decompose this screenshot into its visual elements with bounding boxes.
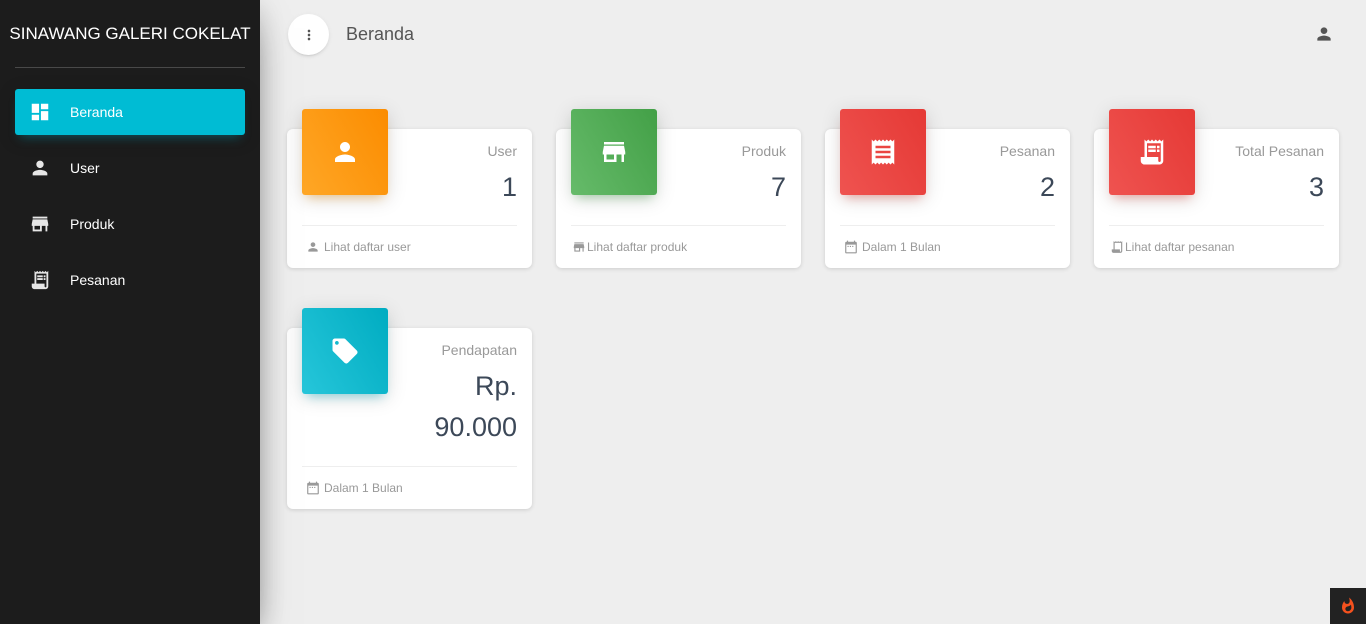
topbar: Beranda: [260, 0, 1366, 68]
tag-icon: [332, 338, 358, 364]
debug-toolbar-button[interactable]: [1330, 588, 1366, 624]
card-category: Pendapatan: [441, 342, 517, 358]
store-icon: [602, 142, 626, 162]
card-footer: Lihat daftar user: [302, 225, 517, 268]
person-icon: [335, 142, 355, 162]
calendar-icon: [845, 240, 857, 254]
stat-card-produk: Produk 7 Lihat daftar produk: [556, 109, 801, 268]
person-icon: [308, 242, 318, 252]
menu-toggle-button[interactable]: [288, 14, 329, 55]
calendar-icon: [307, 481, 319, 495]
receipt-icon: [1111, 241, 1123, 253]
receipt-icon: [29, 269, 51, 291]
card-footer-link[interactable]: Lihat daftar produk: [587, 240, 687, 254]
flame-icon: [1342, 597, 1354, 614]
stat-card-pendapatan: Pendapatan Rp. 90.000 Dalam 1 Bulan: [287, 308, 532, 509]
card-icon-box: [302, 308, 388, 394]
sidebar: SINAWANG GALERI COKELAT Beranda User Pro…: [0, 0, 260, 624]
card-category: Produk: [741, 143, 786, 159]
card-icon-box: [571, 109, 657, 195]
card-value-line2: 90.000: [434, 412, 517, 442]
store-icon: [29, 213, 51, 235]
card-category: User: [487, 143, 517, 159]
sidebar-item-produk[interactable]: Produk: [15, 201, 245, 247]
page-title: Beranda: [346, 24, 415, 44]
card-icon-box: [1109, 109, 1195, 195]
person-icon: [29, 157, 51, 179]
sidebar-item-label: Produk: [70, 216, 115, 232]
store-icon: [573, 242, 585, 252]
stat-card-pesanan: Pesanan 2 Dalam 1 Bulan: [825, 109, 1070, 268]
sidebar-item-label: User: [70, 160, 100, 176]
sidebar-item-pesanan[interactable]: Pesanan: [15, 257, 245, 303]
card-footer: Lihat daftar pesanan: [1109, 225, 1324, 268]
card-footer-text: Dalam 1 Bulan: [324, 481, 403, 495]
sidebar-item-label: Beranda: [70, 104, 123, 120]
receipt-icon: [1140, 139, 1164, 165]
card-value: 1: [501, 172, 517, 202]
sidebar-item-label: Pesanan: [70, 272, 126, 288]
card-category: Total Pesanan: [1235, 143, 1324, 159]
sidebar-item-beranda[interactable]: Beranda: [15, 89, 245, 135]
card-value: Rp. 90.000: [434, 366, 517, 448]
card-value: 3: [1308, 172, 1324, 202]
card-value-line1: Rp.: [474, 371, 517, 401]
more-vert-icon: [307, 29, 310, 40]
card-footer: Lihat daftar produk: [571, 225, 786, 268]
sidebar-nav: Beranda User Produk Pesanan: [0, 89, 260, 303]
card-value: 2: [1039, 172, 1055, 202]
receipt-list-icon: [871, 139, 895, 165]
card-footer: Dalam 1 Bulan: [302, 466, 517, 509]
dashboard-icon: [29, 101, 51, 123]
card-footer-link[interactable]: Lihat daftar pesanan: [1125, 240, 1234, 254]
person-icon: [1317, 27, 1331, 41]
brand-title[interactable]: SINAWANG GALERI COKELAT: [0, 0, 260, 68]
card-value: 7: [770, 172, 786, 202]
stat-card-user: User 1 Lihat daftar user: [287, 109, 532, 268]
card-category: Pesanan: [999, 143, 1055, 159]
sidebar-item-user[interactable]: User: [15, 145, 245, 191]
card-footer-text: Dalam 1 Bulan: [862, 240, 941, 254]
card-icon-box: [302, 109, 388, 195]
card-footer-link[interactable]: Lihat daftar user: [324, 240, 411, 254]
card-icon-box: [840, 109, 926, 195]
user-menu-button[interactable]: [1312, 22, 1336, 46]
stat-card-total-pesanan: Total Pesanan 3 Lihat daftar pesanan: [1094, 109, 1339, 268]
card-footer: Dalam 1 Bulan: [840, 225, 1055, 268]
